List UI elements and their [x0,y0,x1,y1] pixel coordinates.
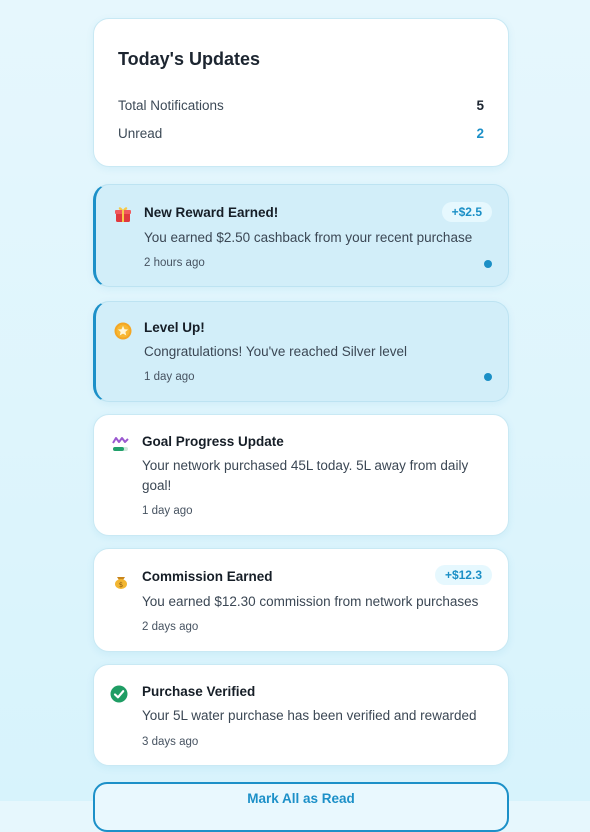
notification-item[interactable]: Level Up! Congratulations! You've reache… [93,301,509,402]
mark-all-read-button[interactable]: Mark All as Read [93,782,509,832]
unread-dot [484,373,492,381]
svg-text:$: $ [119,581,123,589]
coin-bag-icon: $ [112,572,130,590]
notification-time: 2 days ago [142,621,199,633]
progress-chart-icon [112,435,130,453]
total-notifications-label: Total Notifications [118,98,224,113]
notification-message: Your 5L water purchase has been verified… [142,708,477,723]
notification-message: Congratulations! You've reached Silver l… [144,344,407,359]
gift-icon [114,205,132,223]
notification-message: Your network purchased 45L today. 5L awa… [142,458,469,493]
notification-time: 3 days ago [142,736,199,748]
star-medal-icon [114,322,132,340]
unread-dot [484,260,492,268]
notification-time: 1 day ago [144,371,195,383]
notification-title: Goal Progress Update [142,434,284,449]
check-circle-icon [110,685,128,703]
total-notifications-value: 5 [476,98,484,113]
summary-title: Today's Updates [118,49,260,69]
notification-item[interactable]: $ Commission Earned +$12.3 You earned $1… [93,548,509,652]
notification-title: Level Up! [144,320,205,335]
notification-title: New Reward Earned! [144,205,279,220]
reward-badge: +$2.5 [441,202,492,222]
notification-title: Purchase Verified [142,684,256,699]
notification-message: You earned $12.30 commission from networ… [142,594,479,609]
summary-card: Today's Updates Total Notifications 5 Un… [93,18,509,167]
unread-label: Unread [118,126,163,141]
notification-item[interactable]: New Reward Earned! +$2.5 You earned $2.5… [93,184,509,287]
notification-time: 1 day ago [142,505,193,517]
notification-time: 2 hours ago [144,257,205,269]
unread-value: 2 [476,126,484,141]
notification-message: You earned $2.50 cashback from your rece… [144,230,473,245]
commission-badge: +$12.3 [434,565,492,585]
notification-title: Commission Earned [142,569,273,584]
notification-item[interactable]: Purchase Verified Your 5L water purchase… [93,664,509,766]
notification-item[interactable]: Goal Progress Update Your network purcha… [93,414,509,536]
